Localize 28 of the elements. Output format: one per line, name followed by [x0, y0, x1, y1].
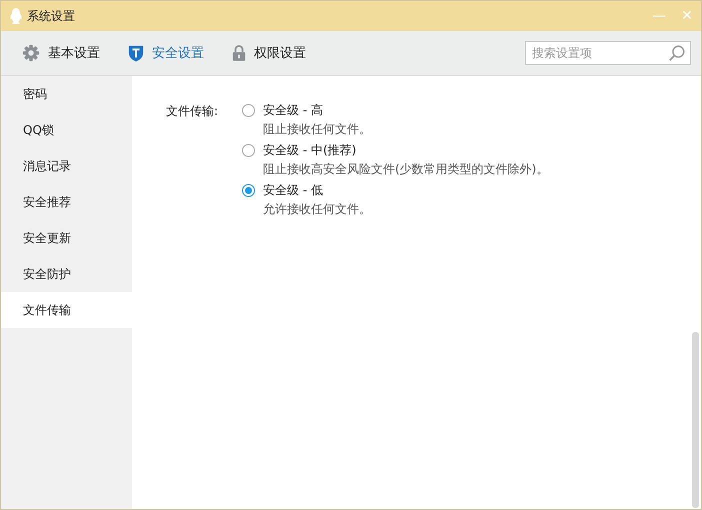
search-icon: [668, 44, 686, 62]
gear-icon: [22, 44, 40, 62]
sidebar-item[interactable]: 安全防护: [1, 256, 132, 292]
window-title: 系统设置: [27, 8, 75, 24]
radio-button[interactable]: [242, 104, 255, 117]
lock-icon: [232, 44, 246, 62]
radio-button[interactable]: [242, 144, 255, 157]
option-label[interactable]: 安全级 - 中(推荐): [263, 142, 356, 159]
option-label[interactable]: 安全级 - 低: [263, 182, 323, 199]
sidebar-item[interactable]: 文件传输: [1, 292, 132, 328]
tab[interactable]: 基本设置: [15, 38, 107, 68]
shield-icon: [128, 44, 144, 62]
tab[interactable]: 权限设置: [225, 38, 313, 68]
sidebar-item[interactable]: 消息记录: [1, 148, 132, 184]
sidebar-item[interactable]: 安全推荐: [1, 184, 132, 220]
sidebar-item[interactable]: QQ锁: [1, 112, 132, 148]
penguin-icon: [9, 7, 23, 25]
option-description: 阻止接收任何文件。: [263, 121, 372, 138]
option-label[interactable]: 安全级 - 高: [263, 102, 323, 119]
option-description: 阻止接收高安全风险文件(少数常用类型的文件除外)。: [263, 161, 548, 178]
setting-label: 文件传输:: [166, 103, 220, 120]
sidebar-item[interactable]: 密码: [1, 76, 132, 112]
sidebar-item[interactable]: 安全更新: [1, 220, 132, 256]
option-description: 允许接收任何文件。: [263, 201, 372, 218]
scrollbar[interactable]: [692, 332, 699, 508]
search-field[interactable]: 搜索设置项: [525, 41, 691, 65]
tab[interactable]: 安全设置: [121, 38, 211, 68]
radio-button[interactable]: [242, 184, 255, 197]
